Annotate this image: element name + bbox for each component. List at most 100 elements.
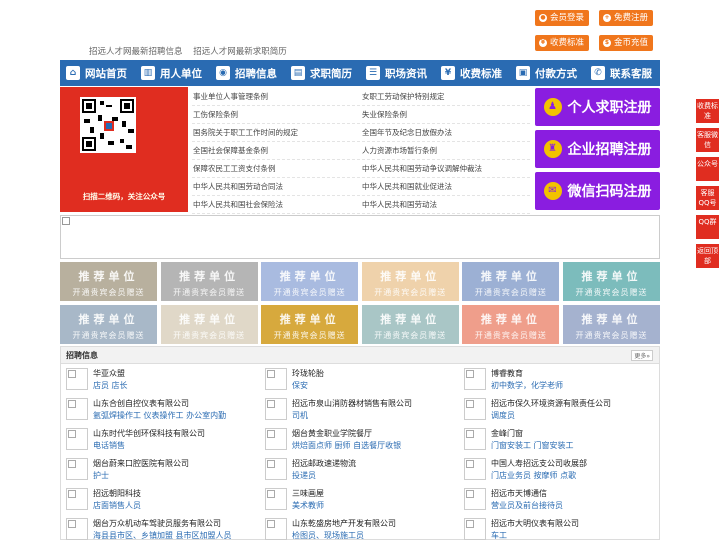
company-name[interactable]: 招远邮政速递物流 [292,458,356,469]
side-tab-1[interactable]: 客服微信 [696,128,719,152]
banner-image[interactable] [60,215,660,259]
job-position[interactable]: 车工 [491,530,507,541]
job-item[interactable]: 金峰门窗 门窗安装工 门窗安装工 [459,425,654,455]
job-position[interactable]: 检图员、现场施工员 [292,530,364,541]
job-position[interactable]: 店员 店长 [93,380,128,391]
company-register-button[interactable]: ♜ 企业招聘注册 [535,130,660,168]
job-position[interactable]: 海县县市区、乡镇加盟 县市区加盟人员 [93,530,232,541]
nav-item-1[interactable]: ▥ 用人单位 [135,60,210,86]
job-item[interactable]: 玲珑轮胎 保安 [260,365,455,395]
company-name[interactable]: 山东合创自控仪表有限公司 [93,398,189,409]
law-link[interactable]: 中华人民共和国劳动争议调解仲裁法 [361,160,530,177]
job-item[interactable]: 招远邮政速递物流 投递员 [260,455,455,485]
side-tab-5[interactable]: 返回顶部 [696,244,719,268]
company-name[interactable]: 山东时代华创环保科技有限公司 [93,428,205,439]
job-item[interactable]: 烟台黄金职业学院餐厅 烘焙面点师 厨师 自选餐厅收银 [260,425,455,455]
company-name[interactable]: 招远朝阳科技 [93,488,141,499]
recommend-tile[interactable]: 推荐单位 开通贵宾会员赠送 [361,262,459,301]
more-link[interactable]: 更多» [631,350,653,361]
nav-item-5[interactable]: ¥ 收费标准 [435,60,510,86]
recommend-tile[interactable]: 推荐单位 开通贵宾会员赠送 [160,305,258,344]
job-item[interactable]: 招远市保久环境资源有限责任公司 调度员 [459,395,654,425]
job-position[interactable]: 司机 [292,410,308,421]
login-button[interactable]: ● 会员登录 [535,10,590,26]
recommend-tile[interactable]: 推荐单位 开通贵宾会员赠送 [462,262,560,301]
recommend-tile[interactable]: 推荐单位 开通贵宾会员赠送 [60,262,157,301]
nav-item-0[interactable]: ⌂ 网站首页 [60,60,135,86]
recommend-tile[interactable]: 推荐单位 开通贵宾会员赠送 [160,262,258,301]
law-link[interactable]: 中华人民共和国社会保险法 [192,196,361,213]
nav-item-2[interactable]: ◉ 招聘信息 [210,60,285,86]
law-link[interactable]: 保障农民工工资支付条例 [192,160,361,177]
recommend-tile[interactable]: 推荐单位 开通贵宾会员赠送 [261,305,359,344]
job-position[interactable]: 调度员 [491,410,515,421]
company-name[interactable]: 招远市大明仪表有限公司 [491,518,579,529]
job-position[interactable]: 投递员 [292,470,316,481]
law-link[interactable]: 中华人民共和国就业促进法 [361,178,530,195]
job-item[interactable]: 烟台万众机动车驾驶员服务有限公司 海县县市区、乡镇加盟 县市区加盟人员 [61,515,256,545]
law-link[interactable]: 国务院关于职工工作时间的规定 [192,124,361,141]
company-name[interactable]: 金峰门窗 [491,428,523,439]
company-name[interactable]: 三味画屋 [292,488,324,499]
recommend-tile[interactable]: 推荐单位 开通贵宾会员赠送 [60,305,157,344]
job-position[interactable]: 初中数学，化学老师 [491,380,563,391]
company-name[interactable]: 山东乾盛房地产开发有限公司 [292,518,396,529]
nav-item-6[interactable]: ▣ 付款方式 [510,60,585,86]
nav-item-7[interactable]: ✆ 联系客服 [585,60,660,86]
law-link[interactable]: 全国年节及纪念日放假办法 [361,124,530,141]
side-tab-0[interactable]: 收费标准 [696,99,719,123]
law-link[interactable]: 女职工劳动保护特别规定 [361,88,530,105]
job-position[interactable]: 美术教师 [292,500,324,511]
job-item[interactable]: 招远市天博通信 营业员及前台接待员 [459,485,654,515]
job-item[interactable]: 山东合创自控仪表有限公司 氩弧焊操作工 仪表操作工 办公室内勤 [61,395,256,425]
job-position[interactable]: 电话销售 [93,440,125,451]
personal-register-button[interactable]: ♟ 个人求职注册 [535,88,660,126]
recommend-tile[interactable]: 推荐单位 开通贵宾会员赠送 [563,262,660,301]
job-position[interactable]: 保安 [292,380,308,391]
job-item[interactable]: 三味画屋 美术教师 [260,485,455,515]
job-position[interactable]: 氩弧焊操作工 仪表操作工 办公室内勤 [93,410,226,421]
job-item[interactable]: 烟台蔚来口腔医院有限公司 护士 [61,455,256,485]
side-tab-2[interactable]: 公众号 [696,157,719,181]
company-name[interactable]: 招远市保久环境资源有限责任公司 [491,398,611,409]
recommend-tile[interactable]: 推荐单位 开通贵宾会员赠送 [361,305,459,344]
job-item[interactable]: 招远朝阳科技 店面销售人员 [61,485,256,515]
company-name[interactable]: 博睿教育 [491,368,523,379]
recommend-tile[interactable]: 推荐单位 开通贵宾会员赠送 [261,262,359,301]
side-tab-4[interactable]: QQ群 [696,215,719,239]
wechat-register-button[interactable]: ✉ 微信扫码注册 [535,172,660,210]
job-item[interactable]: 山东乾盛房地产开发有限公司 检图员、现场施工员 [260,515,455,545]
company-name[interactable]: 中国人寿招远支公司收展部 [491,458,587,469]
company-name[interactable]: 烟台黄金职业学院餐厅 [292,428,372,439]
law-link[interactable]: 人力资源市场暂行条例 [361,142,530,159]
law-link[interactable]: 失业保险条例 [361,106,530,123]
law-link[interactable]: 中华人民共和国劳动合同法 [192,178,361,195]
job-position[interactable]: 护士 [93,470,109,481]
law-link[interactable]: 工伤保险条例 [192,106,361,123]
latest-jobs-link[interactable]: 招远人才网最新招聘信息 [89,47,183,57]
side-tab-3[interactable]: 客服QQ号 [696,186,719,210]
law-link[interactable]: 中华人民共和国劳动法 [361,196,530,213]
company-name[interactable]: 招远市泉山消防器材销售有限公司 [292,398,412,409]
job-position[interactable]: 门店业务员 按摩师 点歌 [491,470,576,481]
job-item[interactable]: 华亚众盟 店员 店长 [61,365,256,395]
nav-item-4[interactable]: ☰ 职场资讯 [360,60,435,86]
company-name[interactable]: 招远市天博通信 [491,488,547,499]
law-link[interactable]: 全国社会保障基金条例 [192,142,361,159]
job-item[interactable]: 博睿教育 初中数学，化学老师 [459,365,654,395]
job-position[interactable]: 门窗安装工 门窗安装工 [491,440,574,451]
recommend-tile[interactable]: 推荐单位 开通贵宾会员赠送 [563,305,660,344]
fee-standard-button[interactable]: ¥ 收费标准 [535,35,590,51]
company-name[interactable]: 烟台蔚来口腔医院有限公司 [93,458,189,469]
coin-recharge-button[interactable]: $ 金币充值 [599,35,654,51]
law-link[interactable]: 事业单位人事管理条例 [192,88,361,105]
job-position[interactable]: 店面销售人员 [93,500,141,511]
job-item[interactable]: 招远市大明仪表有限公司 车工 [459,515,654,545]
company-name[interactable]: 玲珑轮胎 [292,368,324,379]
company-name[interactable]: 烟台万众机动车驾驶员服务有限公司 [93,518,221,529]
latest-resumes-link[interactable]: 招远人才网最新求职简历 [193,47,287,57]
job-item[interactable]: 中国人寿招远支公司收展部 门店业务员 按摩师 点歌 [459,455,654,485]
job-item[interactable]: 招远市泉山消防器材销售有限公司 司机 [260,395,455,425]
recommend-tile[interactable]: 推荐单位 开通贵宾会员赠送 [462,305,560,344]
company-name[interactable]: 华亚众盟 [93,368,125,379]
